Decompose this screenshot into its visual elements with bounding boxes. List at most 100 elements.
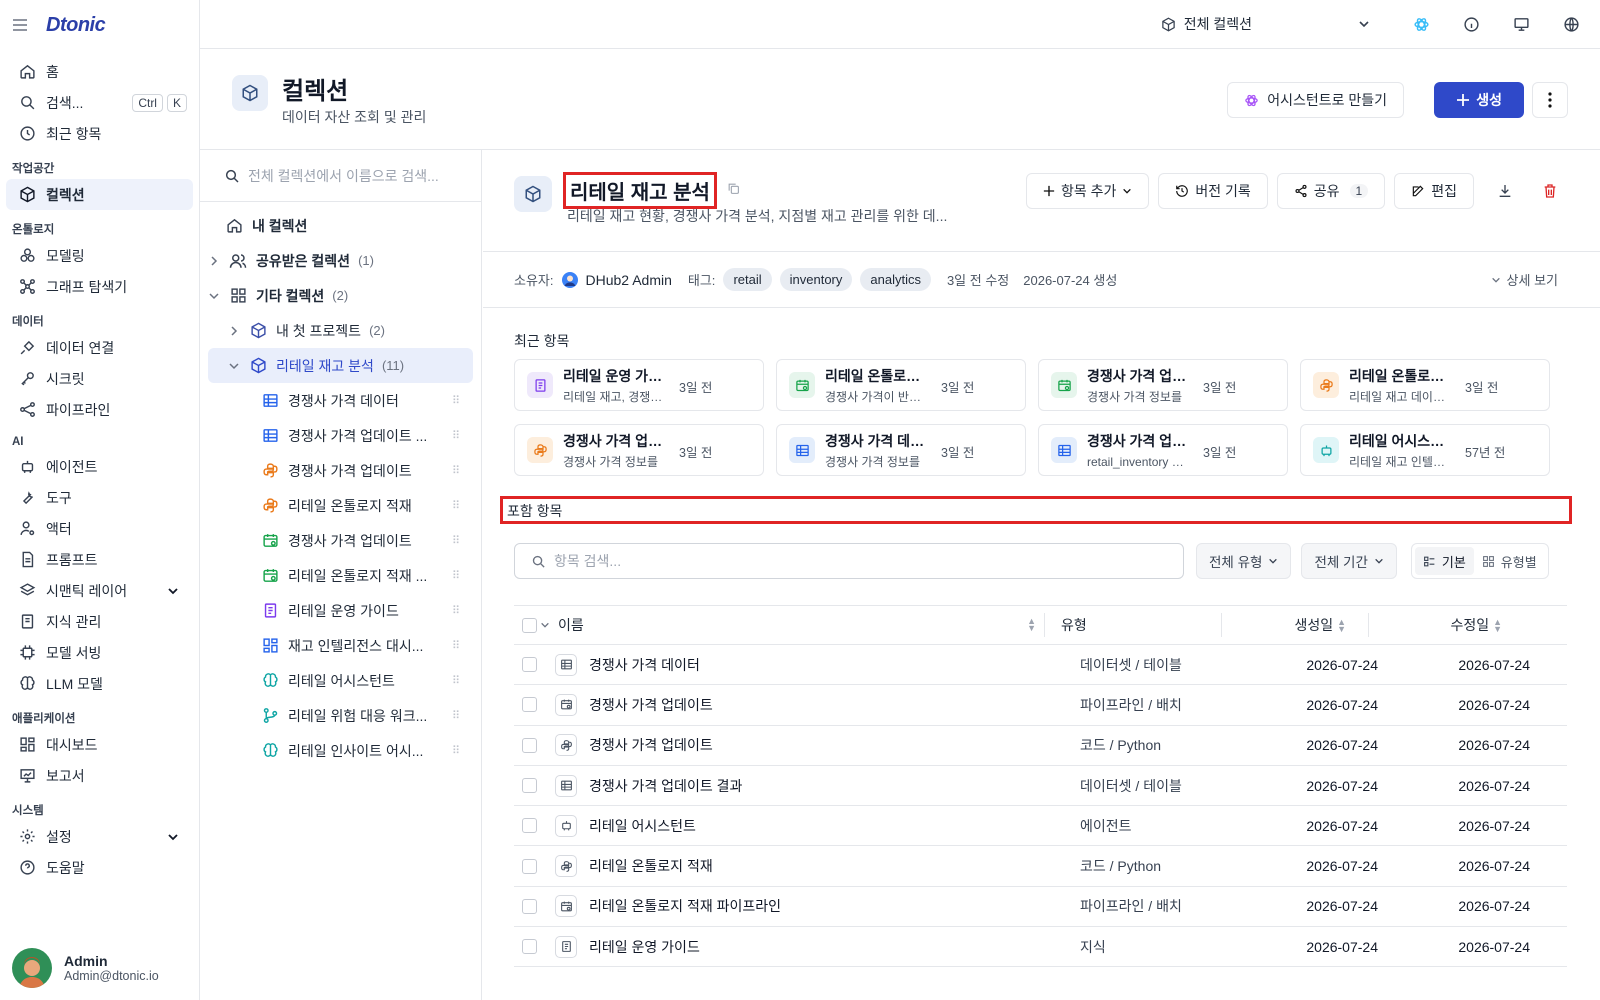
row-checkbox[interactable] — [522, 898, 537, 914]
info-icon[interactable] — [1446, 16, 1496, 33]
row-name[interactable]: 경쟁사 가격 업데이트 — [589, 735, 713, 755]
type-filter-dropdown[interactable]: 전체 유형 — [1196, 543, 1292, 579]
col-name-header[interactable]: 이름 ▲ ▼ — [550, 615, 1044, 635]
recent-item-card[interactable]: 경쟁사 가격 업데이트 결과 retail_inventory 데이터 3일 전 — [1038, 424, 1288, 476]
tree-item[interactable]: 리테일 위험 대응 워크... ⠿ — [200, 698, 481, 733]
nav-recent[interactable]: 최근 항목 — [6, 118, 193, 149]
edit-button[interactable]: 편집 — [1394, 173, 1474, 209]
period-filter-dropdown[interactable]: 전체 기간 — [1301, 543, 1397, 579]
tree-other-collections[interactable]: 기타 컬렉션 (2) — [200, 278, 481, 313]
drag-handle-icon[interactable]: ⠿ — [452, 604, 460, 617]
hamburger-menu-icon[interactable] — [12, 18, 28, 32]
make-assistant-button[interactable]: 어시스턴트로 만들기 — [1227, 82, 1404, 118]
row-checkbox[interactable] — [522, 697, 537, 713]
drag-handle-icon[interactable]: ⠿ — [452, 464, 460, 477]
copy-icon[interactable] — [727, 182, 740, 195]
add-item-button[interactable]: 항목 추가 — [1025, 173, 1150, 209]
nav-prompt[interactable]: 프롬프트 — [6, 544, 193, 575]
recent-item-card[interactable]: 경쟁사 가격 업데이트경쟁사 가격 정보를 3일 전 — [1038, 359, 1288, 411]
view-bytype-button[interactable]: 유형별 — [1474, 547, 1545, 575]
tree-my-first-project[interactable]: 내 첫 프로젝트 (2) — [200, 313, 481, 348]
row-name[interactable]: 경쟁사 가격 업데이트 결과 — [589, 776, 742, 796]
nav-search[interactable]: 검색... Ctrl K — [6, 87, 193, 118]
chevron-down-icon[interactable] — [540, 620, 550, 630]
recent-item-card[interactable]: 경쟁사 가격 데이터 경쟁사 가격 정보를 3일 전 — [776, 424, 1026, 476]
row-checkbox[interactable] — [522, 737, 537, 753]
nav-semantic-layer[interactable]: 시맨틱 레이어 — [6, 575, 193, 606]
drag-handle-icon[interactable]: ⠿ — [452, 569, 460, 582]
globe-icon[interactable] — [1546, 16, 1596, 33]
tree-item[interactable]: 리테일 인사이트 어시... ⠿ — [200, 733, 481, 768]
user-profile[interactable]: Admin Admin@dtonic.io — [12, 948, 159, 988]
collection-selector[interactable]: 전체 컬렉션 — [1161, 14, 1370, 34]
share-button[interactable]: 공유 1 — [1276, 173, 1386, 209]
nav-settings[interactable]: 설정 — [6, 821, 193, 852]
tag-chip[interactable]: retail — [723, 268, 772, 291]
nav-home[interactable]: 홈 — [6, 56, 193, 87]
nav-tools[interactable]: 도구 — [6, 482, 193, 513]
table-row[interactable]: 리테일 어시스턴트 에이전트 2026-07-24 2026-07-24 — [514, 806, 1567, 847]
tree-item[interactable]: 리테일 어시스턴트 ⠿ — [200, 663, 481, 698]
drag-handle-icon[interactable]: ⠿ — [452, 429, 460, 442]
tree-item[interactable]: 리테일 온톨로지 적재 ... ⠿ — [200, 558, 481, 593]
nav-collections[interactable]: 컬렉션 — [6, 179, 193, 210]
tree-search-input[interactable]: 전체 컬렉션에서 이름으로 검색... — [200, 150, 481, 202]
detail-more-toggle[interactable]: 상세 보기 — [1491, 270, 1558, 289]
row-checkbox[interactable] — [522, 939, 537, 955]
nav-pipeline[interactable]: 파이프라인 — [6, 394, 193, 425]
drag-handle-icon[interactable]: ⠿ — [452, 744, 460, 757]
row-name[interactable]: 리테일 온톨로지 적재 — [589, 856, 713, 876]
nav-secrets[interactable]: 시크릿 — [6, 363, 193, 394]
nav-graph[interactable]: 그래프 탐색기 — [6, 271, 193, 302]
chevron-right-icon[interactable] — [208, 255, 220, 266]
atom-icon[interactable] — [1396, 16, 1446, 33]
tree-shared-collections[interactable]: 공유받은 컬렉션 (1) — [200, 243, 481, 278]
row-checkbox[interactable] — [522, 818, 537, 834]
select-all-checkbox[interactable] — [522, 617, 537, 633]
nav-agent[interactable]: 에이전트 — [6, 451, 193, 482]
trash-icon[interactable] — [1532, 173, 1568, 209]
row-name[interactable]: 리테일 어시스턴트 — [589, 816, 696, 836]
nav-llm-models[interactable]: LLM 모델 — [6, 668, 193, 699]
monitor-icon[interactable] — [1496, 16, 1546, 33]
tree-item[interactable]: 리테일 운영 가이드 ⠿ — [200, 593, 481, 628]
chevron-down-icon[interactable] — [208, 292, 220, 300]
recent-item-card[interactable]: 리테일 운영 가이드리테일 재고, 경쟁사 가격 3일 전 — [514, 359, 764, 411]
tree-item[interactable]: 재고 인텔리전스 대시... ⠿ — [200, 628, 481, 663]
more-options-button[interactable] — [1532, 82, 1568, 118]
item-search-input[interactable]: 항목 검색... — [514, 543, 1184, 579]
nav-modeling[interactable]: 모델링 — [6, 240, 193, 271]
row-checkbox[interactable] — [522, 657, 537, 673]
col-updated-header[interactable]: 수정일 ▲ ▼ — [1369, 615, 1514, 635]
tag-chip[interactable]: analytics — [860, 268, 931, 291]
nav-actor[interactable]: 액터 — [6, 513, 193, 544]
drag-handle-icon[interactable]: ⠿ — [452, 674, 460, 687]
table-row[interactable]: 경쟁사 가격 업데이트 결과 데이터셋 / 테이블 2026-07-24 2026-0… — [514, 766, 1567, 807]
chevron-down-icon[interactable] — [167, 585, 179, 597]
tree-my-collections[interactable]: 내 컬렉션 — [200, 208, 481, 243]
version-history-button[interactable]: 버전 기록 — [1158, 173, 1268, 209]
drag-handle-icon[interactable]: ⠿ — [452, 709, 460, 722]
row-name[interactable]: 리테일 운영 가이드 — [589, 937, 700, 957]
nav-dashboard[interactable]: 대시보드 — [6, 729, 193, 760]
recent-item-card[interactable]: 리테일 온톨로지 적재리테일 재고 데이터를 3일 전 — [1300, 359, 1550, 411]
drag-handle-icon[interactable]: ⠿ — [452, 639, 460, 652]
drag-handle-icon[interactable]: ⠿ — [452, 499, 460, 512]
chevron-down-icon[interactable] — [228, 362, 240, 370]
nav-data-connection[interactable]: 데이터 연결 — [6, 332, 193, 363]
table-row[interactable]: 경쟁사 가격 업데이트 코드 / Python 2026-07-24 2026-07-… — [514, 726, 1567, 766]
recent-item-card[interactable]: 경쟁사 가격 업데이트경쟁사 가격 정보를 3일 전 — [514, 424, 764, 476]
nav-report[interactable]: 보고서 — [6, 760, 193, 791]
row-checkbox[interactable] — [522, 858, 537, 874]
table-row[interactable]: 리테일 온톨로지 적재 코드 / Python 2026-07-24 2026-07-… — [514, 846, 1567, 887]
recent-item-card[interactable]: 리테일 어시스턴트리테일 재고 인텔리전스 57년 전 — [1300, 424, 1550, 476]
nav-help[interactable]: 도움말 — [6, 852, 193, 883]
tag-chip[interactable]: inventory — [779, 268, 853, 291]
chevron-down-icon[interactable] — [167, 831, 179, 843]
col-type-header[interactable]: 유형 — [1045, 615, 1221, 635]
tree-item[interactable]: 경쟁사 가격 업데이트 ⠿ — [200, 453, 481, 488]
row-checkbox[interactable] — [522, 778, 537, 794]
tree-item[interactable]: 경쟁사 가격 업데이트 ... ⠿ — [200, 418, 481, 453]
nav-model-serving[interactable]: 모델 서빙 — [6, 637, 193, 668]
drag-handle-icon[interactable]: ⠿ — [452, 534, 460, 547]
